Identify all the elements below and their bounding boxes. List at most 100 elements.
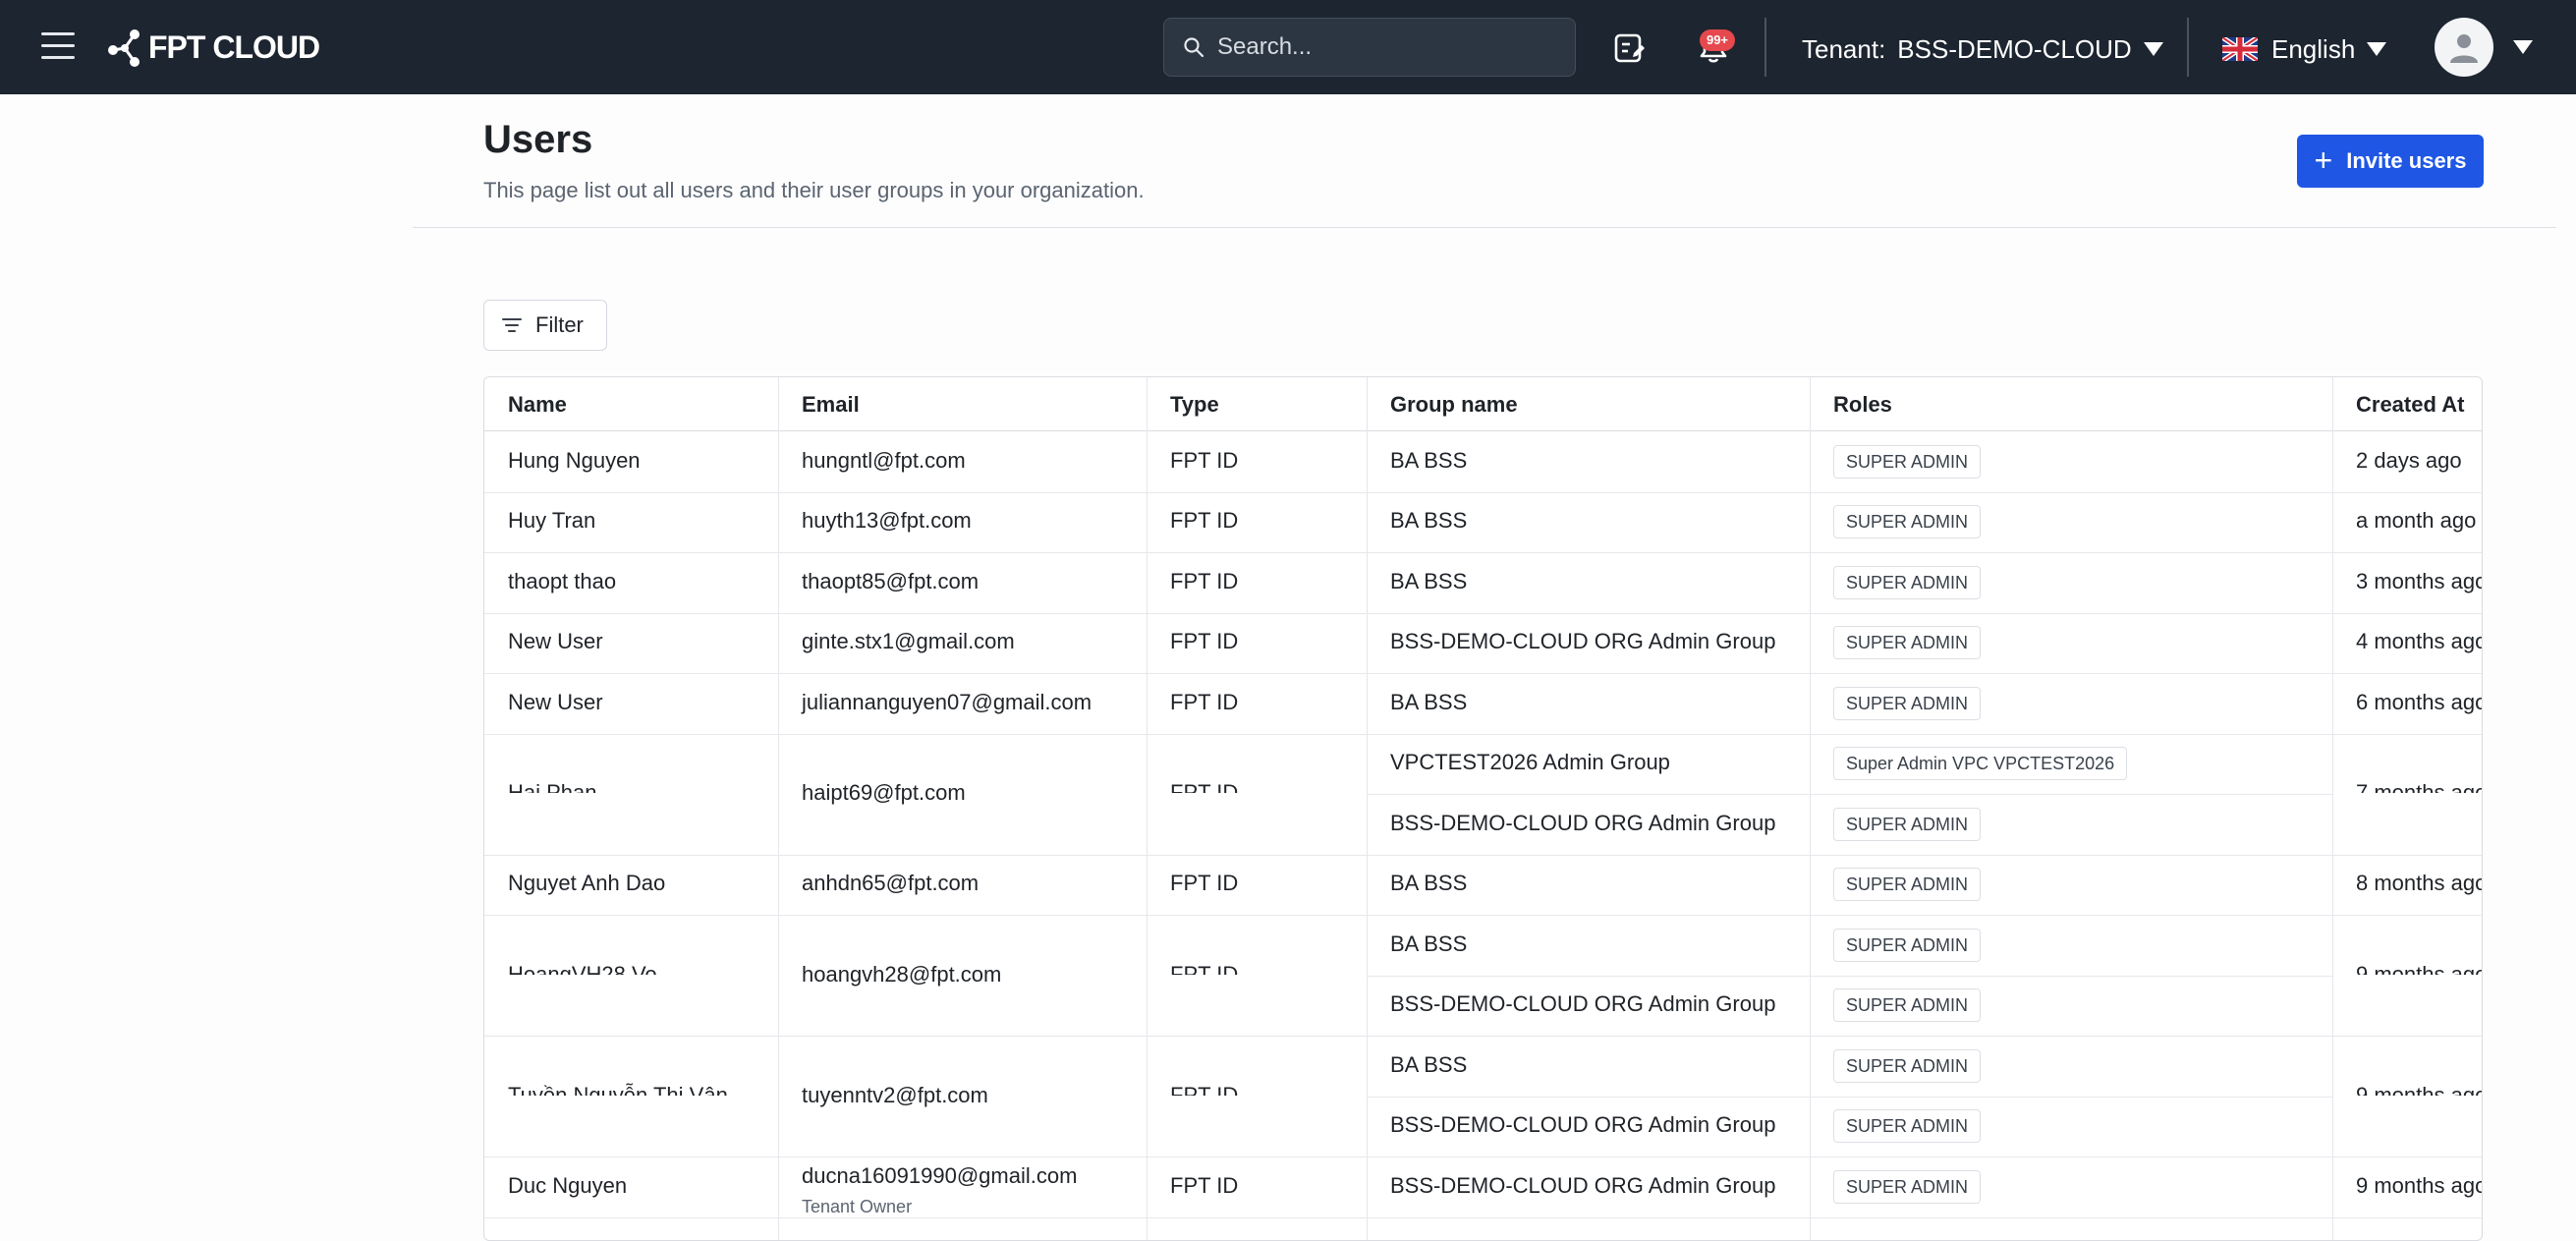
notification-badge: 99+ (1700, 29, 1735, 51)
user-email-cell: hoangvh28@fpt.com (802, 961, 1002, 987)
created-at-cell: 6 months ago (2356, 689, 2483, 714)
user-name-cell-wrapper: thaopt thao (484, 552, 778, 613)
group-name-cell: BSS-DEMO-CLOUD ORG Admin Group (1390, 991, 1776, 1017)
column-header-created-at[interactable]: Created At (2332, 377, 2464, 431)
user-email-cell-wrapper: ginte.stx1@gmail.com (778, 613, 1147, 674)
search-input[interactable]: Search... (1163, 18, 1576, 77)
table-row[interactable]: New User ginte.stx1@gmail.com FPT ID 4 mont… (484, 613, 2482, 674)
created-at-cell: 7 months ago (2356, 780, 2483, 793)
user-type-cell: FPT ID (1170, 508, 1239, 534)
logo-icon (108, 29, 140, 67)
user-type-cell: FPT ID (1170, 447, 1239, 473)
search-placeholder: Search... (1217, 33, 1313, 60)
caret-down-icon (2143, 42, 2163, 56)
user-email-cell: juliannanguyen07@gmail.com (802, 689, 1092, 714)
column-header-type[interactable]: Type (1147, 377, 1219, 431)
role-badge: Super Admin VPC VPCTEST2026 (1833, 747, 2128, 781)
column-header-group-name[interactable]: Group name (1367, 377, 1518, 431)
uk-flag-icon (2222, 37, 2258, 61)
search-icon (1184, 37, 1204, 58)
user-name-cell: Huy Tran (508, 508, 596, 534)
table-row[interactable]: New User juliannanguyen07@gmail.com FPT ID… (484, 673, 2483, 734)
language-selector[interactable]: English (2222, 29, 2387, 69)
user-email-cell: ginte.stx1@gmail.com (802, 629, 1015, 654)
caret-down-icon[interactable] (2513, 40, 2533, 54)
table-header: Name Email Type Group name Roles Created… (484, 377, 2482, 431)
created-at-cell-wrapper: 3 months ago (2332, 552, 2482, 613)
user-type-cell-wrapper: FPT ID (1147, 552, 1367, 613)
user-type-cell-wrapper: FPT ID (1147, 734, 1367, 793)
user-type-cell-wrapper: FPT ID (1147, 673, 1367, 734)
user-name-cell: Hung Nguyen (508, 447, 641, 473)
group-name-cell: BA BSS (1390, 689, 1468, 714)
group-name-cell: BA BSS (1390, 931, 1468, 956)
tenant-selector[interactable]: Tenant: BSS-DEMO-CLOUD (1802, 29, 2163, 69)
role-badge: SUPER ADMIN (1833, 444, 1982, 479)
users-table: Name Email Type Group name Roles Created… (483, 376, 2483, 1241)
role-badge: SUPER ADMIN (1833, 686, 1982, 720)
role-badge: SUPER ADMIN (1833, 1169, 1982, 1204)
invite-users-button[interactable]: + Invite users (2297, 135, 2484, 188)
sub-row-divider (1367, 1096, 2332, 1098)
table-row[interactable]: HoangVH28 Vo hoangvh28@fpt.com FPT ID 9 mon… (484, 915, 2482, 1036)
user-type-cell: FPT ID (1170, 568, 1239, 593)
filter-button[interactable]: Filter (483, 300, 607, 351)
group-name-cell: BSS-DEMO-CLOUD ORG Admin Group (1390, 629, 1776, 654)
menu-icon[interactable] (41, 32, 75, 62)
created-at-cell-wrapper: 4 months ago (2332, 613, 2482, 674)
user-type-cell-wrapper: FPT ID (1147, 431, 1367, 492)
user-avatar[interactable] (2435, 18, 2493, 77)
user-email-cell-wrapper: thaopt85@fpt.com (778, 552, 1147, 613)
sub-row-divider (1367, 975, 2332, 977)
user-name-cell: Duc Nguyen (508, 1172, 628, 1198)
user-name-cell-wrapper: HoangVH28 Vo (484, 915, 778, 975)
column-header-email[interactable]: Email (778, 377, 860, 431)
column-header-name[interactable]: Name (484, 377, 567, 431)
column-header-roles[interactable]: Roles (1810, 377, 1892, 431)
role-badge: SUPER ADMIN (1833, 807, 1982, 841)
user-name-cell: HoangVH28 Vo (508, 961, 657, 975)
user-email-cell: ducna16091990@gmail.com (802, 1162, 1078, 1188)
created-at-cell: 2 days ago (2356, 447, 2462, 473)
top-navigation-bar: FPT CLOUD Search... 99+ Tenant: BSS-DEMO… (0, 0, 2576, 94)
user-email-cell-wrapper: anhdn65@fpt.com (778, 855, 1147, 916)
user-email-cell: anhdn65@fpt.com (802, 871, 980, 896)
table-row[interactable]: Tuyền Nguyễn Thị Vân tuyenntv2@fpt.com FPT… (484, 1036, 2482, 1156)
table-row[interactable]: Hung Nguyen hungntl@fpt.com FPT ID 2 days a… (484, 431, 2482, 492)
role-badge: SUPER ADMIN (1833, 565, 1982, 599)
group-name-cell: BA BSS (1390, 568, 1468, 593)
table-row[interactable]: Nguyet Anh Dao anhdn65@fpt.com FPT ID 8 mon… (484, 855, 2482, 916)
divider (2187, 18, 2189, 77)
sub-row-divider (1367, 794, 2332, 795)
created-at-cell-wrapper: 2 days ago (2332, 431, 2482, 492)
user-type-cell-wrapper: FPT ID (1147, 1036, 1367, 1096)
table-row[interactable]: thaopt thao thaopt85@fpt.com FPT ID 3 month… (484, 552, 2482, 613)
user-email-cell-wrapper: hoangvh28@fpt.com (778, 915, 1147, 1036)
feedback-icon[interactable] (1609, 28, 1649, 67)
user-type-cell-wrapper: FPT ID (1147, 855, 1367, 916)
user-email-cell-wrapper: tuyenntv2@fpt.com (778, 1036, 1147, 1156)
user-email-cell-wrapper: juliannanguyen07@gmail.com (778, 673, 1147, 734)
table-row[interactable]: Huy Tran huyth13@fpt.com FPT ID a month ago… (484, 492, 2482, 553)
user-type-cell-wrapper: FPT ID (1147, 613, 1367, 674)
user-type-cell: FPT ID (1170, 780, 1239, 793)
logo[interactable]: FPT CLOUD (105, 26, 320, 69)
plus-icon: + (2314, 141, 2333, 178)
user-name-cell-wrapper: Duc Nguyen (484, 1156, 778, 1217)
created-at-cell-wrapper: 7 months ago (2332, 734, 2483, 793)
created-at-cell-wrapper: 9 months ago (2332, 915, 2482, 975)
user-type-cell: FPT ID (1170, 689, 1239, 714)
user-name-cell-wrapper: New User (484, 613, 778, 674)
table-row[interactable]: Duc Nguyen ducna16091990@gmail.com Tenant … (484, 1156, 2482, 1217)
user-name-cell-wrapper: Hung Nguyen (484, 431, 778, 492)
header-divider (413, 227, 2556, 228)
user-type-cell: FPT ID (1170, 629, 1239, 654)
user-name-cell: New User (508, 629, 603, 654)
group-name-cell: BA BSS (1390, 1051, 1468, 1077)
role-badge: SUPER ADMIN (1833, 1048, 1982, 1083)
table-row[interactable]: Hai Phan haipt69@fpt.com FPT ID 7 months ag… (484, 734, 2483, 855)
user-name-cell: thaopt thao (508, 568, 617, 593)
page-title: Users (483, 118, 593, 161)
filter-icon (502, 318, 522, 332)
created-at-cell: a month ago (2356, 508, 2477, 534)
